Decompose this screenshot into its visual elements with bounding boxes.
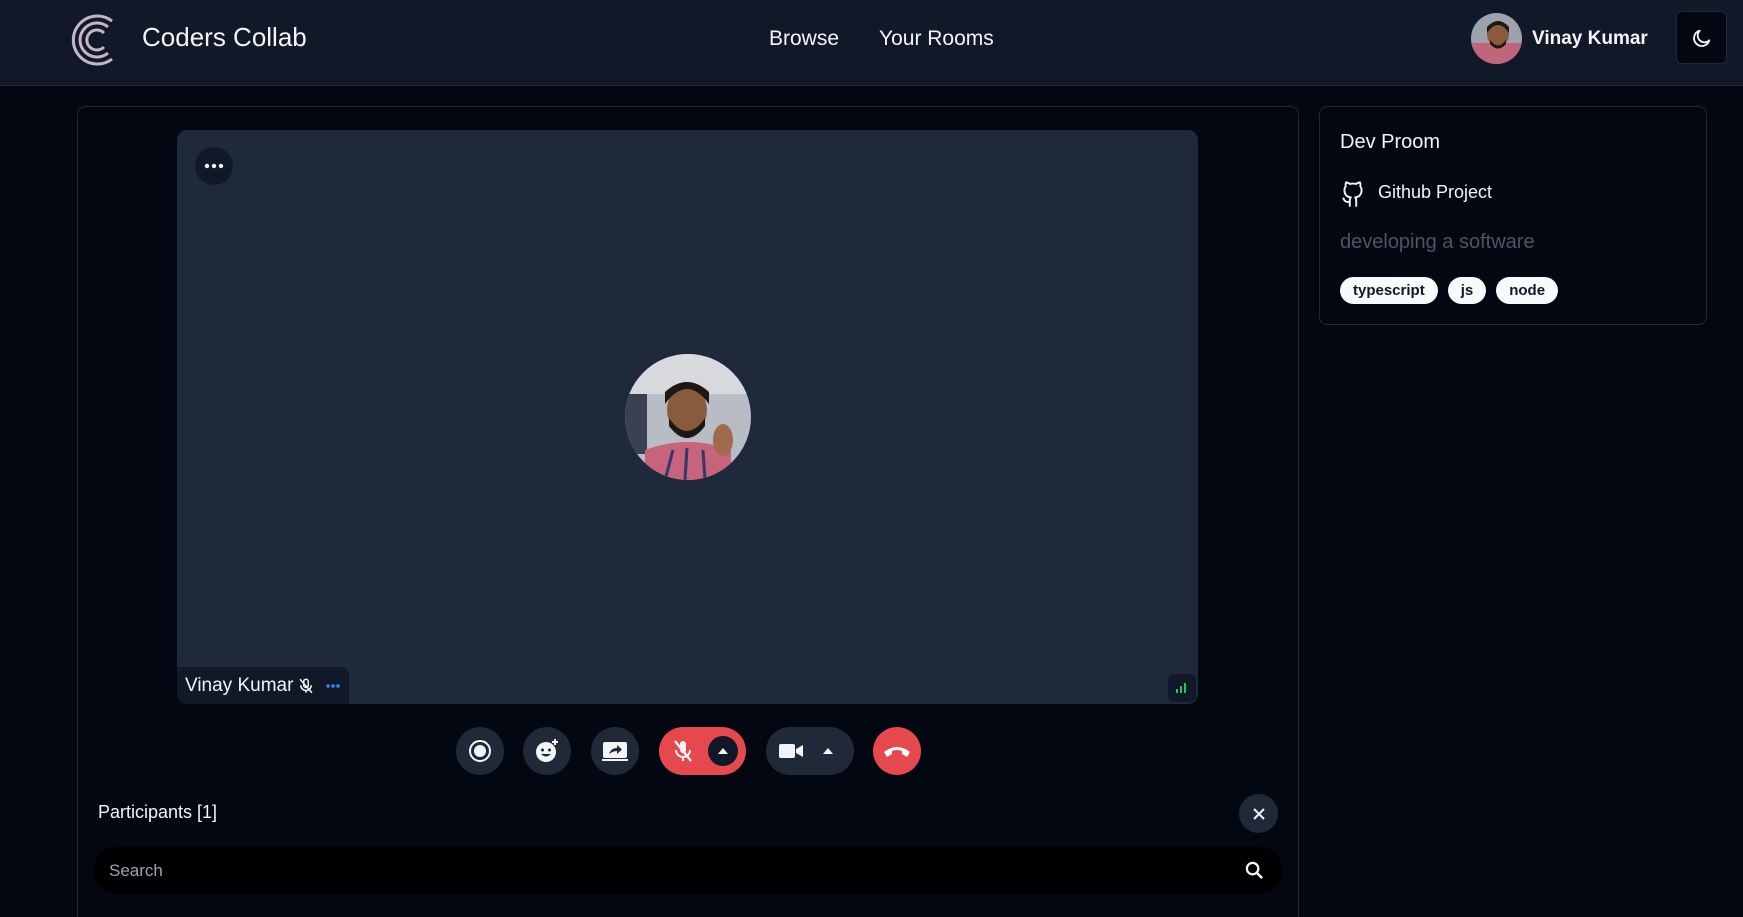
- room-info-card: Dev Proom Github Project developing a so…: [1319, 106, 1707, 325]
- chevron-up-icon: [718, 748, 728, 754]
- moon-icon: [1692, 29, 1710, 47]
- screen-share-button[interactable]: [591, 727, 639, 775]
- signal-indicator[interactable]: [1168, 674, 1196, 702]
- nav-browse[interactable]: Browse: [769, 27, 839, 51]
- logo-icon[interactable]: [66, 9, 122, 71]
- close-participants-button[interactable]: [1239, 794, 1278, 833]
- reaction-button[interactable]: [523, 727, 571, 775]
- tile-menu-button[interactable]: [195, 147, 233, 185]
- close-icon: [1252, 807, 1265, 820]
- tag-list: typescript js node: [1340, 277, 1559, 304]
- user-name[interactable]: Vinay Kumar: [1532, 28, 1648, 50]
- theme-toggle-button[interactable]: [1676, 11, 1727, 64]
- participant-name: Vinay Kumar: [185, 675, 294, 696]
- avatar[interactable]: [1471, 13, 1522, 64]
- tag-typescript[interactable]: typescript: [1340, 277, 1438, 304]
- more-icon[interactable]: [325, 677, 341, 695]
- signal-icon: [1176, 683, 1186, 693]
- screen-share-icon: [602, 742, 628, 761]
- participant-search: [93, 847, 1283, 894]
- more-icon: [204, 163, 224, 169]
- camera-icon: [779, 744, 803, 758]
- mic-off-icon: [674, 740, 692, 762]
- leave-call-button[interactable]: [873, 727, 921, 775]
- search-input[interactable]: [109, 847, 1229, 894]
- emoji-icon: [536, 739, 558, 762]
- room-name: Dev Proom: [1340, 131, 1441, 153]
- video-tile: Vinay Kumar: [177, 130, 1198, 704]
- phone-hangup-icon: [884, 747, 910, 757]
- camera-options-button[interactable]: [818, 741, 838, 761]
- chevron-up-icon: [823, 748, 833, 754]
- nav-your-rooms[interactable]: Your Rooms: [879, 27, 994, 51]
- mic-off-icon: [299, 678, 313, 694]
- mic-options-button[interactable]: [708, 736, 738, 766]
- record-button[interactable]: [456, 727, 504, 775]
- github-project-label: Github Project: [1378, 181, 1493, 202]
- mic-toggle-button[interactable]: [659, 727, 746, 775]
- record-icon: [469, 740, 491, 762]
- participant-avatar: [625, 354, 751, 480]
- participants-title: Participants [1]: [98, 802, 218, 822]
- participant-name-badge: Vinay Kumar: [177, 667, 349, 704]
- github-icon: [1342, 181, 1363, 207]
- github-project-link[interactable]: Github Project: [1340, 177, 1492, 207]
- room-description: developing a software: [1340, 231, 1535, 253]
- brand-name[interactable]: Coders Collab: [142, 22, 307, 53]
- tag-js[interactable]: js: [1447, 277, 1487, 304]
- top-navbar: Coders Collab Browse Your Rooms Vinay Ku…: [0, 0, 1743, 86]
- camera-toggle-button[interactable]: [766, 727, 854, 775]
- tag-node[interactable]: node: [1496, 277, 1559, 304]
- search-icon[interactable]: [1245, 861, 1264, 880]
